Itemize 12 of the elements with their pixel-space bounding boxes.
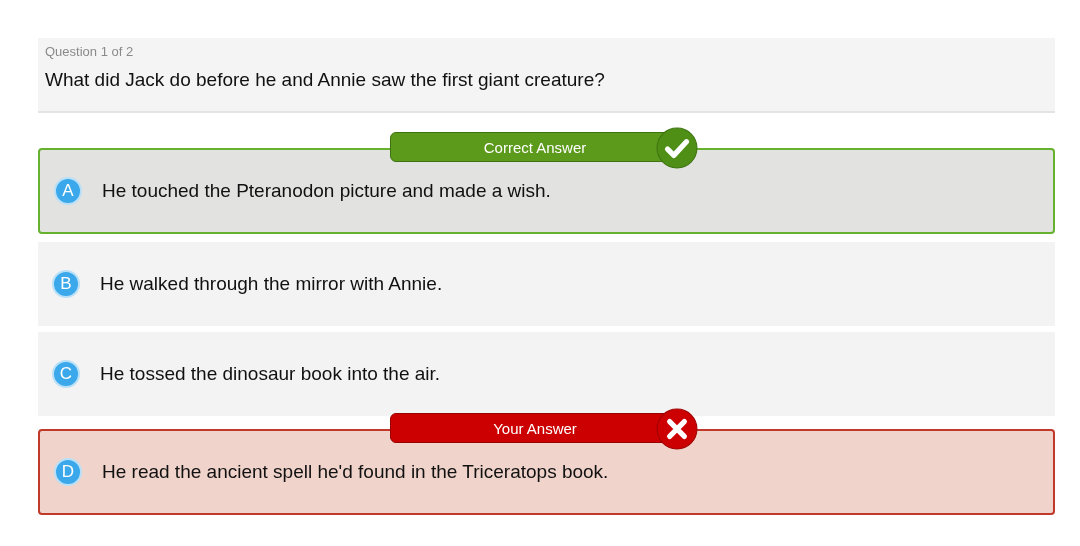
answer-option[interactable]: C He tossed the dinosaur book into the air. [38, 332, 1055, 416]
option-letter: A [54, 177, 82, 205]
answer-option[interactable]: B He walked through the mirror with Annie. [38, 242, 1055, 326]
option-text: He touched the Pteranodon picture and made a wish. [102, 180, 551, 202]
question-text: What did Jack do before he and Annie saw the first giant creature? [45, 69, 606, 91]
option-letter: C [52, 360, 80, 388]
option-letter: D [54, 458, 82, 486]
question-counter: Question 1 of 2 [45, 44, 135, 59]
option-letter: B [52, 270, 80, 298]
option-text: He walked through the mirror with Annie. [100, 273, 443, 295]
option-text: He tossed the dinosaur book into the air. [100, 363, 441, 385]
option-text: He read the ancient spell he'd found in the Triceratops book. [102, 461, 609, 483]
